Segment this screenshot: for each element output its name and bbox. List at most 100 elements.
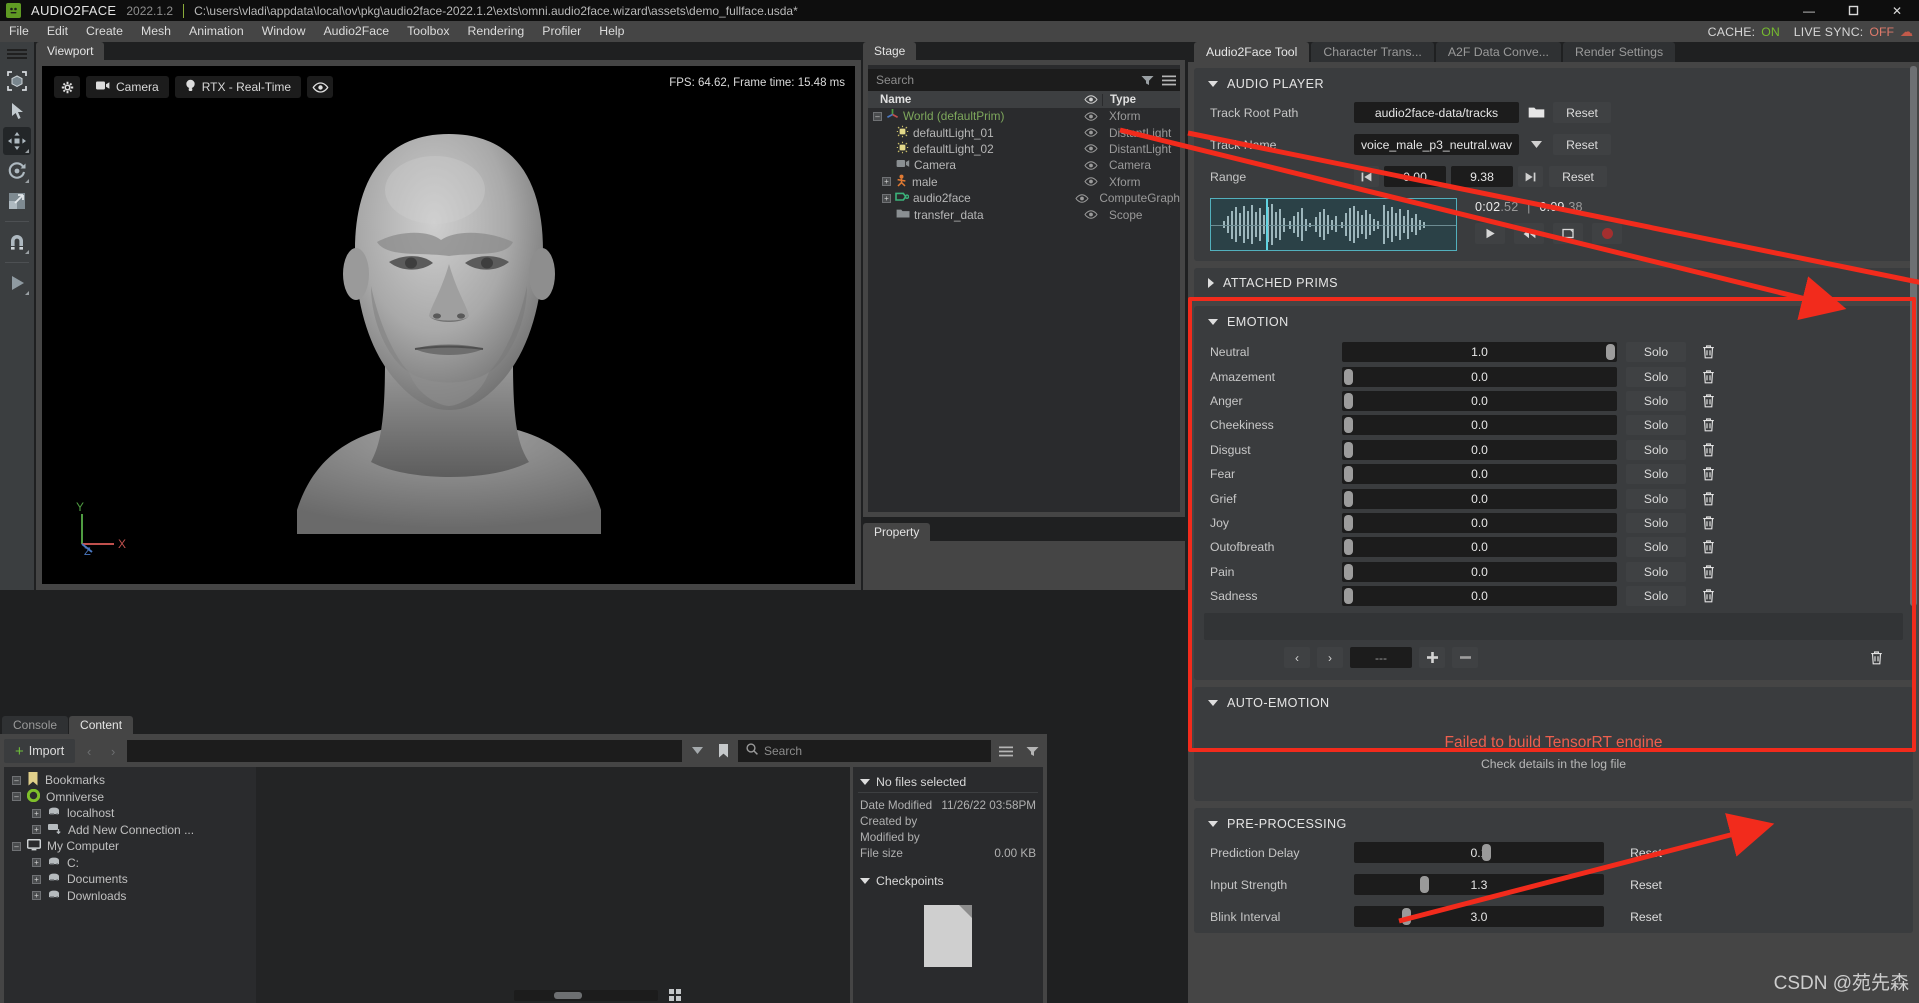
audio-player-header[interactable]: AUDIO PLAYER bbox=[1204, 76, 1903, 93]
emotion-slider[interactable]: 0.0 bbox=[1342, 586, 1617, 606]
right-panel-scrollbar[interactable] bbox=[1910, 66, 1917, 996]
slider-knob[interactable] bbox=[1344, 393, 1353, 409]
table-row[interactable]: transfer_data Scope bbox=[868, 206, 1180, 222]
emotion-slider[interactable]: 0.0 bbox=[1342, 464, 1617, 484]
prediction-delay-reset-button[interactable]: Reset bbox=[1616, 842, 1676, 863]
solo-button[interactable]: Solo bbox=[1626, 513, 1686, 533]
minus-icon[interactable] bbox=[1452, 647, 1478, 668]
file-grid-area[interactable] bbox=[256, 767, 850, 1003]
chevron-left-icon[interactable]: ‹ bbox=[79, 739, 99, 763]
slider-knob[interactable] bbox=[1420, 876, 1429, 893]
slider-knob[interactable] bbox=[1344, 515, 1353, 531]
bookmark-icon[interactable] bbox=[712, 739, 734, 763]
emotion-slider[interactable]: 0.0 bbox=[1342, 391, 1617, 411]
expander-toggle[interactable]: + bbox=[882, 194, 891, 203]
menu-toolbox[interactable]: Toolbox bbox=[398, 21, 458, 42]
solo-button[interactable]: Solo bbox=[1626, 415, 1686, 435]
list-item[interactable]: + localhost bbox=[10, 805, 256, 822]
expander-toggle[interactable]: + bbox=[32, 858, 41, 867]
range-start-input[interactable]: 0.00 bbox=[1384, 166, 1446, 187]
rotate-tool-icon[interactable] bbox=[3, 157, 31, 185]
waveform-playhead[interactable] bbox=[1266, 199, 1268, 250]
expander-toggle[interactable]: + bbox=[882, 177, 891, 186]
menu-help[interactable]: Help bbox=[590, 21, 633, 42]
track-root-path-reset-button[interactable]: Reset bbox=[1553, 102, 1611, 123]
stage-search-input[interactable] bbox=[868, 69, 1136, 91]
chevron-down-icon[interactable] bbox=[1519, 141, 1553, 149]
details-header[interactable]: No files selected bbox=[858, 772, 1038, 793]
emotion-slider[interactable]: 0.0 bbox=[1342, 489, 1617, 509]
solo-button[interactable]: Solo bbox=[1626, 342, 1686, 362]
menu-edit[interactable]: Edit bbox=[38, 21, 77, 42]
content-search-field[interactable] bbox=[738, 740, 991, 762]
scale-tool-icon[interactable] bbox=[3, 187, 31, 215]
cache-status[interactable]: CACHE: ON bbox=[1708, 25, 1780, 39]
select-bounds-tool-icon[interactable] bbox=[3, 67, 31, 95]
solo-button[interactable]: Solo bbox=[1626, 562, 1686, 582]
emotion-slider[interactable]: 1.0 bbox=[1342, 342, 1617, 362]
emotion-header[interactable]: EMOTION bbox=[1204, 314, 1903, 331]
list-item[interactable]: + Add New Connection ... bbox=[10, 822, 256, 839]
minimize-button[interactable]: — bbox=[1787, 0, 1831, 21]
visibility-toggle-icon[interactable] bbox=[1080, 177, 1102, 186]
expander-toggle[interactable]: + bbox=[32, 809, 41, 818]
menu-animation[interactable]: Animation bbox=[180, 21, 253, 42]
expander-toggle[interactable]: – bbox=[12, 792, 21, 801]
solo-button[interactable]: Solo bbox=[1626, 464, 1686, 484]
slider-knob[interactable] bbox=[1344, 564, 1353, 580]
track-root-path-input[interactable]: audio2face-data/tracks bbox=[1354, 102, 1519, 123]
trash-icon[interactable] bbox=[1695, 513, 1721, 533]
list-item[interactable]: – Omniverse bbox=[10, 789, 256, 806]
expander-toggle[interactable]: – bbox=[12, 842, 21, 851]
table-row[interactable]: Camera Camera bbox=[868, 157, 1180, 173]
plus-icon[interactable] bbox=[1419, 647, 1445, 668]
solo-button[interactable]: Solo bbox=[1626, 537, 1686, 557]
emotion-slider[interactable]: 0.0 bbox=[1342, 562, 1617, 582]
list-item[interactable]: + C: bbox=[10, 855, 256, 872]
blink-interval-reset-button[interactable]: Reset bbox=[1616, 906, 1676, 927]
table-row[interactable]: + male Xform bbox=[868, 174, 1180, 190]
live-sync-status[interactable]: LIVE SYNC: OFF ☁ bbox=[1794, 24, 1913, 40]
skip-end-icon[interactable] bbox=[1518, 166, 1543, 187]
list-item[interactable]: – My Computer bbox=[10, 838, 256, 855]
viewport-render-mode-button[interactable]: RTX - Real-Time bbox=[175, 76, 301, 98]
menu-profiler[interactable]: Profiler bbox=[533, 21, 590, 42]
tab-a2f-data-conversion[interactable]: A2F Data Conve... bbox=[1436, 42, 1561, 62]
solo-button[interactable]: Solo bbox=[1626, 367, 1686, 387]
slider-knob[interactable] bbox=[1606, 344, 1615, 360]
solo-button[interactable]: Solo bbox=[1626, 440, 1686, 460]
audio-waveform[interactable] bbox=[1210, 198, 1457, 251]
filter-icon[interactable] bbox=[1021, 739, 1043, 763]
play-tool-icon[interactable] bbox=[3, 269, 31, 297]
slider-knob[interactable] bbox=[1344, 466, 1353, 482]
visibility-toggle-icon[interactable] bbox=[1080, 144, 1102, 153]
loop-button[interactable] bbox=[1553, 223, 1583, 244]
table-row[interactable]: defaultLight_02 DistantLight bbox=[868, 141, 1180, 157]
tab-property[interactable]: Property bbox=[863, 523, 930, 541]
solo-button[interactable]: Solo bbox=[1626, 586, 1686, 606]
slider-knob[interactable] bbox=[1344, 417, 1353, 433]
auto-emotion-header[interactable]: AUTO-EMOTION bbox=[1204, 695, 1903, 712]
menu-mesh[interactable]: Mesh bbox=[132, 21, 180, 42]
hamburger-icon[interactable] bbox=[1158, 69, 1180, 91]
play-button[interactable] bbox=[1475, 223, 1505, 244]
horizontal-scrollbar[interactable] bbox=[514, 990, 658, 1001]
import-button[interactable]: + Import bbox=[4, 739, 75, 763]
menu-audio2face[interactable]: Audio2Face bbox=[314, 21, 398, 42]
track-name-input[interactable]: voice_male_p3_neutral.wav bbox=[1354, 134, 1519, 155]
expander-toggle[interactable]: – bbox=[873, 112, 882, 121]
slider-knob[interactable] bbox=[1482, 844, 1491, 861]
record-button[interactable] bbox=[1592, 223, 1622, 244]
expander-toggle[interactable]: + bbox=[32, 825, 41, 834]
input-strength-slider[interactable]: 1.3 bbox=[1354, 874, 1604, 895]
emotion-slider[interactable]: 0.0 bbox=[1342, 513, 1617, 533]
table-row[interactable]: – World (defaultPrim) Xform bbox=[868, 108, 1180, 124]
slider-knob[interactable] bbox=[1344, 442, 1353, 458]
viewport-camera-button[interactable]: Camera bbox=[86, 76, 169, 98]
move-tool-icon[interactable] bbox=[3, 127, 31, 155]
trash-icon[interactable] bbox=[1695, 367, 1721, 387]
list-item[interactable]: – Bookmarks bbox=[10, 772, 256, 789]
slider-knob[interactable] bbox=[1344, 588, 1353, 604]
solo-button[interactable]: Solo bbox=[1626, 489, 1686, 509]
attached-prims-header[interactable]: ATTACHED PRIMS bbox=[1204, 275, 1903, 292]
